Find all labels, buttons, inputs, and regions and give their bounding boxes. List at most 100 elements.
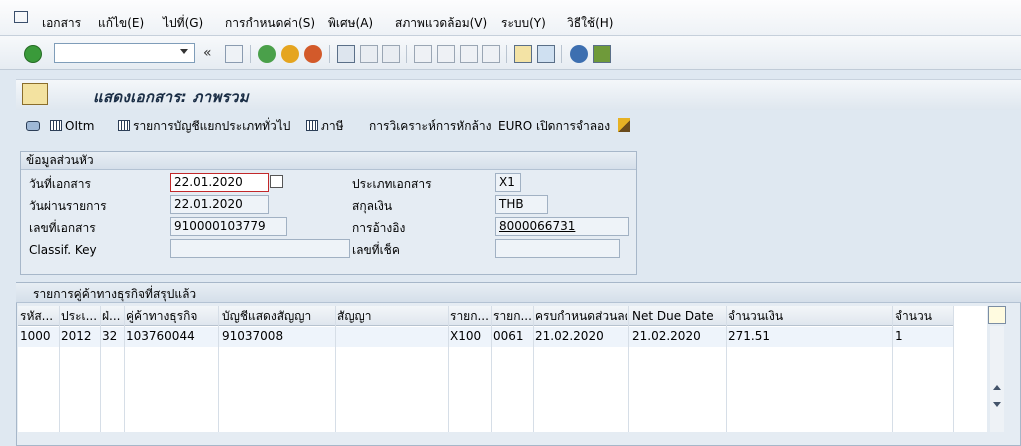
menu-icon[interactable]	[14, 11, 28, 23]
oitm-label: OItm	[65, 119, 95, 133]
currency-field[interactable]: THB	[495, 195, 548, 214]
menu-environment[interactable]: สภาพแวดล้อม(V)	[395, 16, 487, 30]
command-field[interactable]	[54, 43, 195, 63]
collapse-command-icon[interactable]: «	[203, 45, 212, 61]
table-icon	[306, 120, 318, 131]
display-document-icon[interactable]	[22, 83, 48, 105]
find-icon[interactable]	[360, 45, 378, 63]
column-header-doc-type[interactable]: ประเ...	[61, 309, 99, 323]
column-header-sub-transaction[interactable]: รายก...	[493, 309, 532, 323]
column-header-main-transaction[interactable]: รายก...	[450, 309, 490, 323]
cheque-field[interactable]	[495, 239, 620, 258]
column-header-company-code[interactable]: รหัส...	[20, 309, 58, 323]
column-divider	[533, 306, 534, 432]
last-page-icon[interactable]	[482, 45, 500, 63]
column-header-business-partner[interactable]: คู่ค้าทางธุรกิจ	[126, 309, 217, 323]
oitm-button[interactable]: OItm	[26, 119, 94, 133]
cell-company-code: 1000	[20, 329, 51, 343]
doc-number-label: เลขที่เอกสาร	[29, 221, 96, 235]
table-icon	[50, 120, 62, 131]
shortcut-icon[interactable]	[537, 45, 555, 63]
column-header-count[interactable]: จำนวน	[895, 309, 952, 323]
reference-field[interactable]: 8000066731	[495, 217, 629, 236]
back-icon[interactable]	[258, 45, 276, 63]
doc-number-field[interactable]: 910000103779	[170, 217, 287, 236]
doc-number-value: 910000103779	[174, 219, 266, 233]
euro-simulation-button[interactable]: EURO เปิดการจำลอง	[498, 119, 610, 133]
tax-button[interactable]: ภาษี	[306, 119, 344, 133]
column-divider	[59, 306, 60, 432]
cell-discount-due: 21.02.2020	[535, 329, 604, 343]
classif-key-field[interactable]	[170, 239, 350, 258]
column-header-contract[interactable]: สัญญา	[337, 309, 447, 323]
find-next-icon[interactable]	[382, 45, 400, 63]
header-panel-titlebar	[21, 152, 636, 170]
doc-date-value: 22.01.2020	[174, 175, 243, 189]
column-header-division[interactable]: ฝ่...	[102, 309, 123, 323]
menu-edit[interactable]: แก้ไข(E)	[98, 16, 144, 30]
scroll-down-icon[interactable]	[993, 402, 1001, 407]
scroll-up-icon[interactable]	[993, 385, 1001, 390]
customize-layout-icon[interactable]	[593, 45, 611, 63]
previous-page-icon[interactable]	[437, 45, 455, 63]
doc-type-field[interactable]: X1	[495, 173, 521, 192]
edit-pencil-icon[interactable]	[618, 118, 630, 132]
gl-items-label: รายการบัญชีแยกประเภททั่วไป	[133, 119, 291, 133]
clearing-analysis-button[interactable]: การวิเคราะห์การหักล้าง	[369, 119, 491, 133]
menu-document[interactable]: เอกสาร	[42, 16, 81, 30]
menu-goto[interactable]: ไปที่(G)	[163, 16, 203, 30]
menu-extras[interactable]: พิเศษ(A)	[328, 16, 373, 30]
column-divider	[100, 306, 101, 432]
cell-main-transaction: X100	[450, 329, 482, 343]
column-header-discount-due[interactable]: ครบกำหนดส่วนลด	[535, 309, 627, 323]
cell-net-due-date: 21.02.2020	[632, 329, 701, 343]
column-divider	[448, 306, 449, 432]
vertical-scrollbar[interactable]	[990, 326, 1004, 432]
toolbar-separator	[561, 45, 562, 63]
menu-system[interactable]: ระบบ(Y)	[501, 16, 546, 30]
toolbar-separator	[329, 45, 330, 63]
chevron-down-icon[interactable]	[180, 49, 188, 54]
cell-business-partner: 103760044	[126, 329, 195, 343]
posting-date-field[interactable]: 22.01.2020	[170, 195, 269, 214]
toolbar-separator	[250, 45, 251, 63]
doc-date-field[interactable]: 22.01.2020	[170, 173, 269, 192]
doc-type-label: ประเภทเอกสาร	[352, 177, 432, 191]
grid-settings-icon[interactable]	[988, 306, 1006, 324]
posting-date-label: วันผ่านรายการ	[29, 199, 107, 213]
column-header-net-due-date[interactable]: Net Due Date	[632, 309, 725, 323]
save-icon[interactable]	[225, 45, 243, 63]
column-header-contract-account[interactable]: บัญชีแสดงสัญญา	[222, 309, 334, 323]
calendar-icon[interactable]	[270, 175, 283, 188]
new-session-icon[interactable]	[514, 45, 532, 63]
header-panel-title: ข้อมูลส่วนหัว	[26, 153, 94, 167]
column-divider	[892, 306, 893, 432]
currency-label: สกุลเงิน	[352, 199, 393, 213]
next-page-icon[interactable]	[460, 45, 478, 63]
cell-sub-transaction: 0061	[493, 329, 524, 343]
cell-doc-type: 2012	[61, 329, 92, 343]
menu-help[interactable]: วิธีใช้(H)	[567, 16, 613, 30]
cell-amount: 271.51	[728, 329, 770, 343]
doc-date-label: วันที่เอกสาร	[29, 177, 91, 191]
doc-type-value: X1	[499, 175, 515, 189]
menu-settings[interactable]: การกำหนดค่า(S)	[225, 16, 315, 30]
exit-icon[interactable]	[281, 45, 299, 63]
enter-check-icon[interactable]	[24, 45, 42, 63]
currency-value: THB	[499, 197, 524, 211]
column-divider	[491, 306, 492, 432]
column-divider	[218, 306, 219, 432]
list-panel-title: รายการคู่ค้าทางธุรกิจที่สรุปแล้ว	[33, 287, 197, 301]
cell-contract-account: 91037008	[222, 329, 284, 343]
reference-label: การอ้างอิง	[352, 221, 406, 235]
first-page-icon[interactable]	[414, 45, 432, 63]
help-icon[interactable]	[570, 45, 588, 63]
toolbar-separator	[506, 45, 507, 63]
tax-label: ภาษี	[321, 119, 344, 133]
print-icon[interactable]	[337, 45, 355, 63]
column-divider	[335, 306, 336, 432]
reference-value[interactable]: 8000066731	[499, 219, 575, 233]
gl-items-button[interactable]: รายการบัญชีแยกประเภททั่วไป	[118, 119, 290, 133]
column-header-amount[interactable]: จำนวนเงิน	[728, 309, 891, 323]
cancel-icon[interactable]	[304, 45, 322, 63]
